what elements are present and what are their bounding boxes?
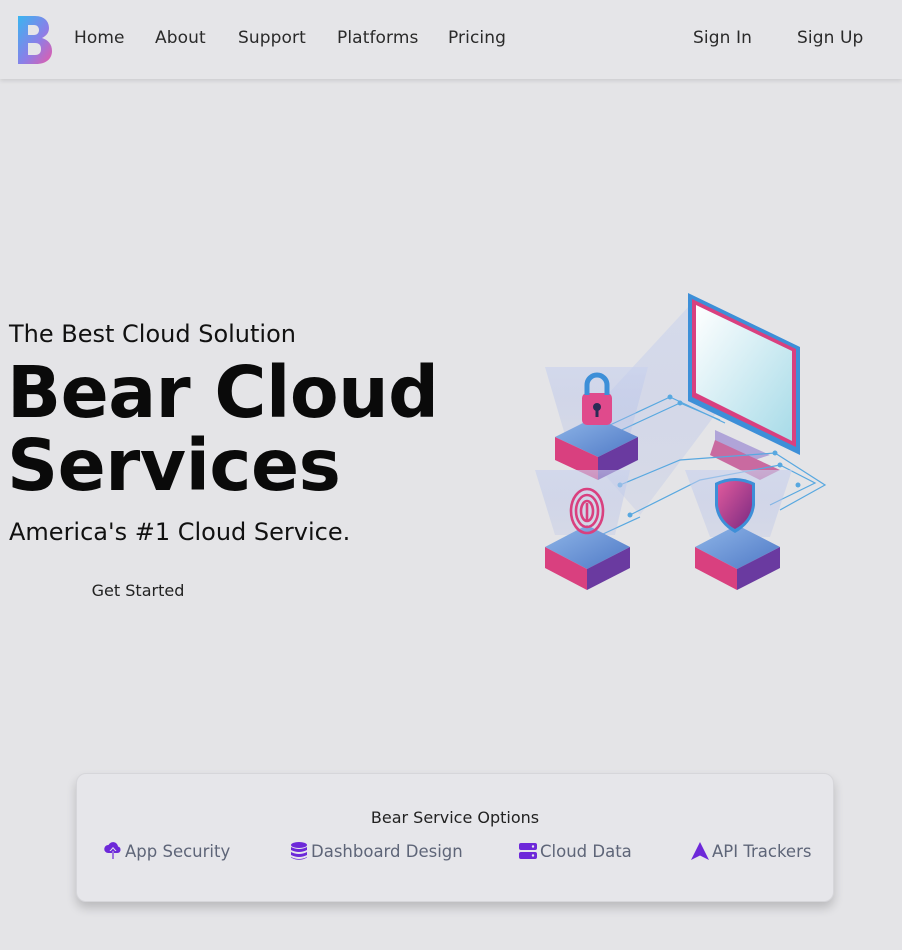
get-started-button[interactable]: Get Started	[58, 573, 218, 609]
service-options-title: Bear Service Options	[370, 808, 540, 827]
nav-pricing[interactable]: Pricing	[448, 28, 506, 48]
cloud-security-illustration	[535, 293, 827, 590]
nav-about[interactable]: About	[155, 28, 206, 48]
headline-line-1: Bear Cloud	[7, 351, 439, 434]
option-cloud-data[interactable]: Cloud Data	[518, 840, 632, 862]
arrow-a-icon	[691, 842, 709, 860]
nav-home[interactable]: Home	[74, 28, 125, 48]
logo-icon[interactable]	[14, 12, 54, 68]
service-options-card: Bear Service Options App Security Dashbo…	[76, 773, 834, 902]
server-icon	[519, 843, 537, 859]
option-label: API Trackers	[712, 841, 812, 861]
option-api-trackers[interactable]: API Trackers	[690, 840, 811, 862]
option-dashboard-design[interactable]: Dashboard Design	[289, 840, 463, 862]
hero-headline: Bear Cloud Services	[7, 356, 439, 502]
option-label: Cloud Data	[540, 841, 632, 861]
sign-up-link[interactable]: Sign Up	[797, 28, 863, 48]
hero-tagline: The Best Cloud Solution	[9, 320, 296, 348]
nav-platforms[interactable]: Platforms	[337, 28, 418, 48]
top-navbar: Home About Support Platforms Pricing Sig…	[0, 0, 902, 79]
option-app-security[interactable]: App Security	[103, 840, 230, 862]
option-label: App Security	[125, 841, 231, 861]
sign-in-link[interactable]: Sign In	[693, 28, 752, 48]
hero-subheadline: America's #1 Cloud Service.	[9, 518, 351, 546]
headline-line-2: Services	[7, 424, 341, 507]
cloud-upload-icon	[104, 842, 121, 859]
nav-support[interactable]: Support	[238, 28, 306, 48]
option-label: Dashboard Design	[311, 841, 463, 861]
database-icon	[291, 842, 307, 860]
